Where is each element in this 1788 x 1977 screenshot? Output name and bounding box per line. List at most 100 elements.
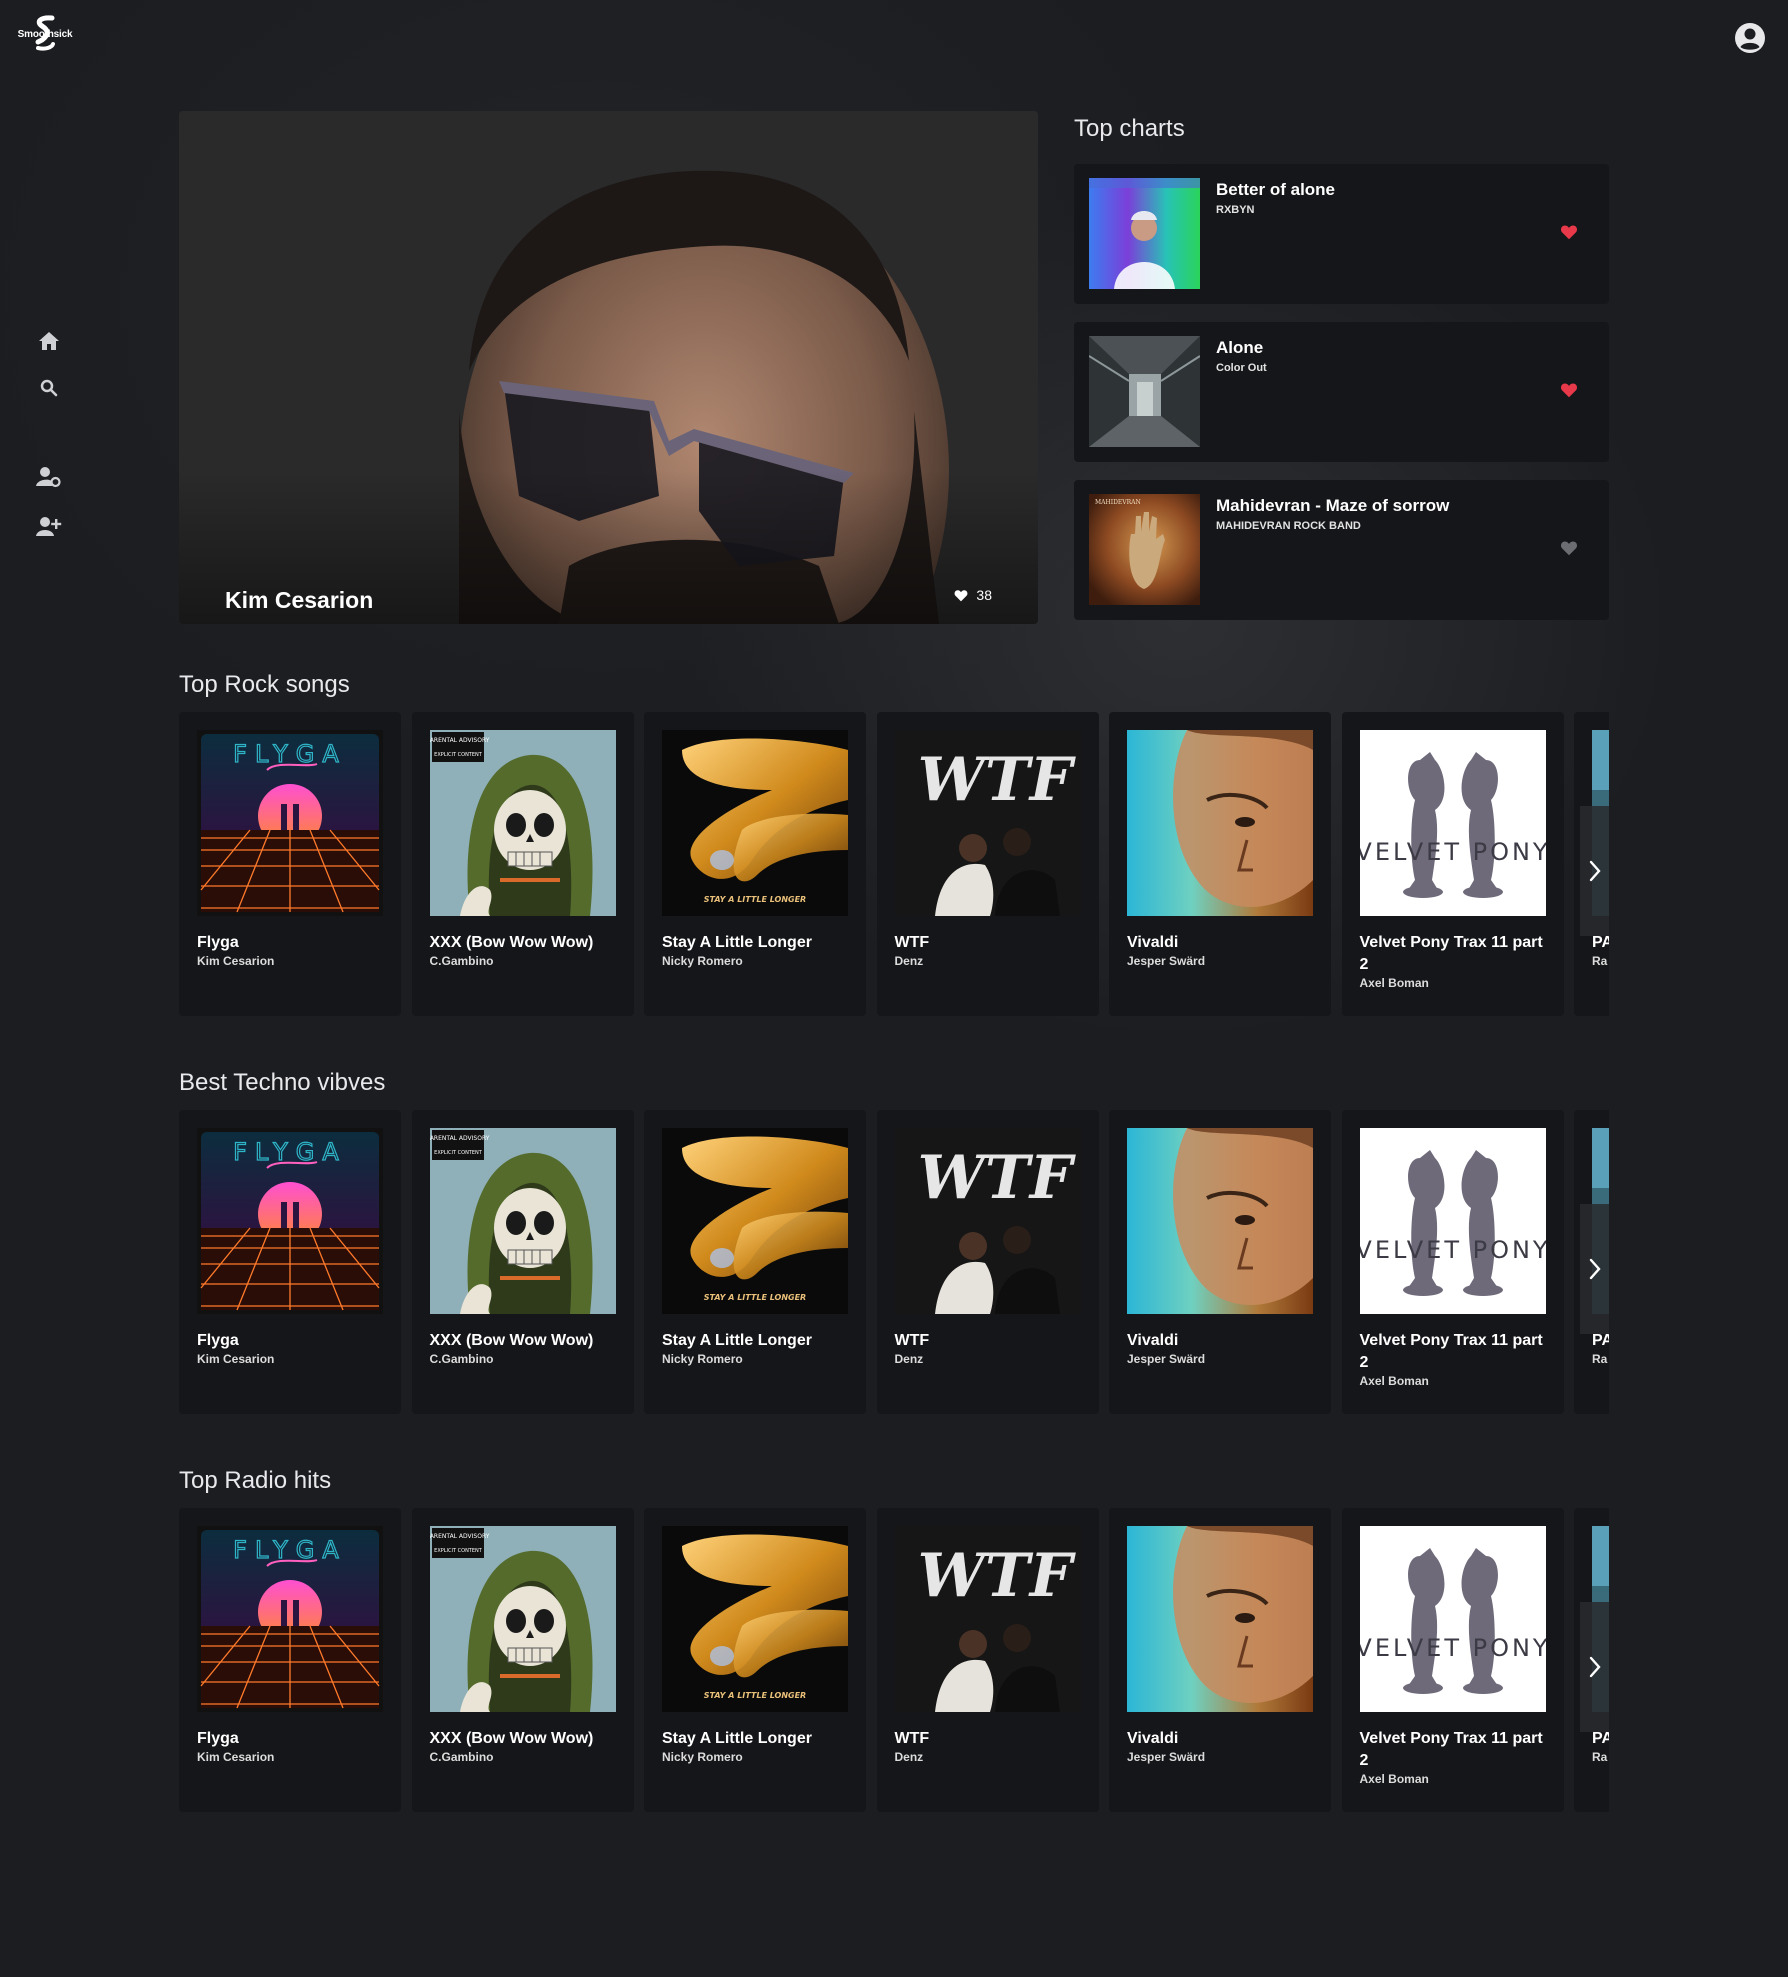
song-artist: C.Gambino bbox=[429, 1352, 494, 1366]
row-title: Best Techno vibves bbox=[179, 1069, 386, 1096]
svg-text:WTF: WTF bbox=[917, 745, 1076, 815]
song-artist: Axel Boman bbox=[1359, 1772, 1429, 1786]
app-logo[interactable]: Smoothsick bbox=[16, 14, 74, 56]
song-artist: Kim Cesarion bbox=[197, 1750, 275, 1764]
song-artist: C.Gambino bbox=[429, 954, 494, 968]
heart-icon bbox=[954, 589, 968, 601]
song-card[interactable]: STAY A LITTLE LONGER Stay A Little Longe… bbox=[644, 712, 866, 1016]
chevron-right-icon bbox=[1589, 1258, 1601, 1280]
song-title: WTF bbox=[894, 934, 930, 951]
song-title: Vivaldi bbox=[1127, 1730, 1179, 1747]
svg-text:EXPLICIT CONTENT: EXPLICIT CONTENT bbox=[434, 1548, 483, 1554]
chart-song-title: Mahidevran - Maze of sorrow bbox=[1216, 496, 1450, 515]
like-heart-icon[interactable] bbox=[1560, 540, 1578, 558]
song-artist: Ra bbox=[1592, 954, 1608, 968]
account-circle-icon[interactable] bbox=[1734, 22, 1766, 54]
song-card[interactable]: Vivaldi Jesper Swärd bbox=[1109, 712, 1331, 1016]
cover-vivaldi-image bbox=[1127, 730, 1313, 916]
top-charts-title: Top charts bbox=[1074, 115, 1185, 142]
chart-cover-image bbox=[1089, 178, 1200, 289]
song-card[interactable]: PARENTAL ADVISORY EXPLICIT CONTENT XXX (… bbox=[411, 1508, 634, 1812]
song-card[interactable]: STAY A LITTLE LONGER Stay A Little Longe… bbox=[644, 1508, 866, 1812]
svg-text:WTF: WTF bbox=[917, 1143, 1076, 1213]
svg-text:STAY A LITTLE LONGER: STAY A LITTLE LONGER bbox=[704, 1293, 806, 1302]
cover-xxx-image: PARENTAL ADVISORY EXPLICIT CONTENT bbox=[429, 1128, 616, 1314]
chart-cover-image bbox=[1089, 336, 1200, 447]
cover-flyga-image: FLYGA bbox=[197, 1128, 383, 1314]
svg-text:PARENTAL ADVISORY: PARENTAL ADVISORY bbox=[430, 1533, 490, 1540]
song-artist: Ra bbox=[1592, 1750, 1608, 1764]
account-settings-icon bbox=[36, 467, 61, 488]
song-card[interactable]: PARENTAL ADVISORY EXPLICIT CONTENT XXX (… bbox=[411, 1110, 634, 1414]
song-title: Velvet Pony Trax 11 part 2 bbox=[1359, 1332, 1543, 1371]
chart-item[interactable]: Alone Color Out bbox=[1074, 322, 1609, 462]
song-artist: Kim Cesarion bbox=[197, 954, 275, 968]
logo-text: Smoothsick bbox=[17, 29, 73, 40]
song-artist: Axel Boman bbox=[1359, 1374, 1429, 1388]
like-heart-icon[interactable] bbox=[1560, 224, 1578, 242]
nav-add-user-button[interactable] bbox=[34, 512, 64, 542]
song-title: XXX (Bow Wow Wow) bbox=[429, 1730, 594, 1747]
chart-song-artist: RXBYN bbox=[1216, 204, 1255, 216]
song-artist: Nicky Romero bbox=[662, 1750, 743, 1764]
song-artist: Denz bbox=[894, 1352, 924, 1366]
chart-item[interactable]: Better of alone RXBYN bbox=[1074, 164, 1609, 304]
song-card[interactable]: Vivaldi Jesper Swärd bbox=[1109, 1508, 1331, 1812]
carousel-next-button[interactable] bbox=[1580, 1602, 1609, 1732]
row-title: Top Radio hits bbox=[179, 1467, 332, 1494]
featured-artist-hero[interactable]: Kim Cesarion 38 bbox=[179, 111, 1038, 624]
svg-text:STAY A LITTLE LONGER: STAY A LITTLE LONGER bbox=[704, 895, 806, 904]
song-card[interactable]: FLYGA Flyga Kim Cesarion bbox=[179, 712, 401, 1016]
cover-wtf-image: WTF bbox=[894, 730, 1081, 916]
song-artist: C.Gambino bbox=[429, 1750, 494, 1764]
song-title: Stay A Little Longer bbox=[662, 1730, 812, 1747]
song-carousel: FLYGA Flyga Kim Cesarion PARENTAL ADVISOR… bbox=[179, 712, 1609, 1016]
song-card[interactable]: STAY A LITTLE LONGER Stay A Little Longe… bbox=[644, 1110, 866, 1414]
song-title: Stay A Little Longer bbox=[662, 934, 812, 951]
song-card[interactable]: WTF WTF Denz bbox=[876, 1508, 1099, 1812]
chevron-right-icon bbox=[1589, 1656, 1601, 1678]
song-artist: Denz bbox=[894, 1750, 924, 1764]
chart-cover-image: MAHIDEVRAN bbox=[1089, 494, 1200, 605]
song-card[interactable]: FLYGA Flyga Kim Cesarion bbox=[179, 1508, 401, 1812]
song-card[interactable]: WTF WTF Denz bbox=[876, 712, 1099, 1016]
carousel-next-button[interactable] bbox=[1580, 1204, 1609, 1334]
svg-text:EXPLICIT CONTENT: EXPLICIT CONTENT bbox=[434, 1150, 483, 1156]
svg-text:VELVET PONY: VELVET PONY bbox=[1360, 1236, 1546, 1264]
featured-likes[interactable]: 38 bbox=[954, 587, 992, 603]
song-card[interactable]: VELVET PONY Velvet Pony Trax 11 part 2 Ax… bbox=[1341, 1508, 1564, 1812]
cover-stay-image: STAY A LITTLE LONGER bbox=[662, 730, 848, 916]
home-icon bbox=[39, 332, 59, 350]
song-carousel: FLYGA Flyga Kim Cesarion PARENTAL ADVISOR… bbox=[179, 1508, 1609, 1812]
chart-song-title: Better of alone bbox=[1216, 180, 1336, 199]
nav-search-button[interactable] bbox=[34, 373, 64, 403]
song-artist: Jesper Swärd bbox=[1127, 954, 1206, 968]
svg-text:PARENTAL ADVISORY: PARENTAL ADVISORY bbox=[430, 737, 490, 744]
featured-likes-count: 38 bbox=[976, 587, 992, 603]
song-card[interactable]: FLYGA Flyga Kim Cesarion bbox=[179, 1110, 401, 1414]
svg-text:VELVET PONY: VELVET PONY bbox=[1360, 1634, 1546, 1662]
svg-text:MAHIDEVRAN: MAHIDEVRAN bbox=[1095, 499, 1141, 506]
chart-item[interactable]: MAHIDEVRAN Mahidevran - Maze of sorrow M… bbox=[1074, 480, 1609, 620]
nav-account-settings-button[interactable] bbox=[34, 462, 64, 492]
featured-artist-name: Kim Cesarion bbox=[225, 587, 374, 613]
song-artist: Axel Boman bbox=[1359, 976, 1429, 990]
carousel-next-button[interactable] bbox=[1580, 806, 1609, 936]
cover-xxx-image: PARENTAL ADVISORY EXPLICIT CONTENT bbox=[429, 730, 616, 916]
song-card[interactable]: PARENTAL ADVISORY EXPLICIT CONTENT XXX (… bbox=[411, 712, 634, 1016]
cover-velvet-pony-image: VELVET PONY bbox=[1359, 730, 1546, 916]
cover-vivaldi-image bbox=[1127, 1526, 1313, 1712]
song-card[interactable]: VELVET PONY Velvet Pony Trax 11 part 2 Ax… bbox=[1341, 712, 1564, 1016]
search-icon bbox=[40, 379, 58, 397]
cover-flyga-image: FLYGA bbox=[197, 1526, 383, 1712]
cover-wtf-image: WTF bbox=[894, 1526, 1081, 1712]
song-artist: Kim Cesarion bbox=[197, 1352, 275, 1366]
song-card[interactable]: WTF WTF Denz bbox=[876, 1110, 1099, 1414]
song-card[interactable]: Vivaldi Jesper Swärd bbox=[1109, 1110, 1331, 1414]
like-heart-icon[interactable] bbox=[1560, 382, 1578, 400]
song-artist: Denz bbox=[894, 954, 924, 968]
nav-home-button[interactable] bbox=[34, 326, 64, 356]
song-card[interactable]: VELVET PONY Velvet Pony Trax 11 part 2 Ax… bbox=[1341, 1110, 1564, 1414]
chart-song-title: Alone bbox=[1216, 338, 1264, 357]
featured-artist-photo bbox=[179, 111, 1038, 624]
